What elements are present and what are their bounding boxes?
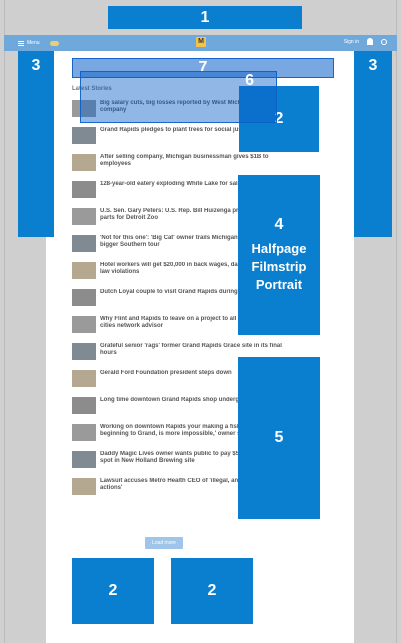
news-thumbnail[interactable] bbox=[72, 397, 96, 414]
news-item[interactable]: After selling company, Michigan business… bbox=[72, 151, 289, 178]
ad-slot-number: 4 bbox=[274, 216, 284, 233]
ad-line-3: Portrait bbox=[255, 277, 303, 292]
load-more-button[interactable]: Load more bbox=[145, 537, 183, 549]
ad-slot-5[interactable]: 5 bbox=[238, 357, 320, 519]
ad-slot-number: 2 bbox=[108, 582, 118, 599]
ad-slot-2-bottom-right[interactable]: 2 bbox=[171, 558, 253, 624]
ad-slot-2-bottom-left[interactable]: 2 bbox=[72, 558, 154, 624]
news-thumbnail[interactable] bbox=[72, 424, 96, 441]
ad-line-1: Halfpage bbox=[251, 241, 307, 256]
ad-slot-3-left[interactable]: 3 bbox=[18, 51, 54, 237]
news-thumbnail[interactable] bbox=[72, 181, 96, 198]
user-icon[interactable] bbox=[367, 38, 373, 45]
ad-slot-number: 2 bbox=[207, 582, 217, 599]
search-icon[interactable] bbox=[381, 38, 387, 45]
logo-mark: M bbox=[196, 37, 206, 47]
news-thumbnail[interactable] bbox=[72, 478, 96, 495]
news-thumbnail[interactable] bbox=[72, 154, 96, 171]
ad-slot-number: 6 bbox=[245, 72, 254, 89]
news-headline[interactable]: Grateful senior 'rags' former Grand Rapi… bbox=[100, 343, 289, 357]
news-thumbnail[interactable] bbox=[72, 370, 96, 387]
news-headline[interactable]: After selling company, Michigan business… bbox=[100, 154, 289, 168]
ad-slot-4-halfpage[interactable]: 4 Halfpage Filmstrip Portrait bbox=[238, 175, 320, 335]
ad-slot-number: 3 bbox=[368, 57, 378, 74]
news-thumbnail[interactable] bbox=[72, 343, 96, 360]
ad-slot-3-right[interactable]: 3 bbox=[354, 51, 392, 237]
news-thumbnail[interactable] bbox=[72, 316, 96, 333]
signin-link[interactable]: Sign in bbox=[344, 39, 359, 45]
ad-line-2: Filmstrip bbox=[251, 259, 307, 274]
hamburger-icon bbox=[18, 40, 24, 46]
news-text: After selling company, Michigan business… bbox=[100, 154, 289, 175]
news-thumbnail[interactable] bbox=[72, 208, 96, 225]
site-logo[interactable]: M bbox=[196, 37, 209, 47]
news-thumbnail[interactable] bbox=[72, 235, 96, 252]
ad-overlay-6[interactable]: 6 bbox=[80, 71, 277, 123]
news-thumbnail[interactable] bbox=[72, 127, 96, 144]
menu-button[interactable]: Menu bbox=[18, 40, 40, 46]
news-thumbnail[interactable] bbox=[72, 289, 96, 306]
news-thumbnail[interactable] bbox=[72, 262, 96, 279]
weather-cloud-icon bbox=[49, 40, 59, 46]
menu-label: Menu bbox=[27, 40, 40, 46]
ad-slot-number: 1 bbox=[200, 8, 210, 26]
ad-slot-number: 5 bbox=[274, 429, 284, 446]
ad-slot-1[interactable]: 1 bbox=[108, 6, 302, 29]
news-thumbnail[interactable] bbox=[72, 451, 96, 468]
top-navigation-bar: Menu M Sign in bbox=[4, 35, 397, 51]
topbar-actions: Sign in bbox=[344, 38, 387, 45]
ad-slot-number: 3 bbox=[31, 57, 41, 74]
weather-widget[interactable] bbox=[49, 40, 62, 46]
